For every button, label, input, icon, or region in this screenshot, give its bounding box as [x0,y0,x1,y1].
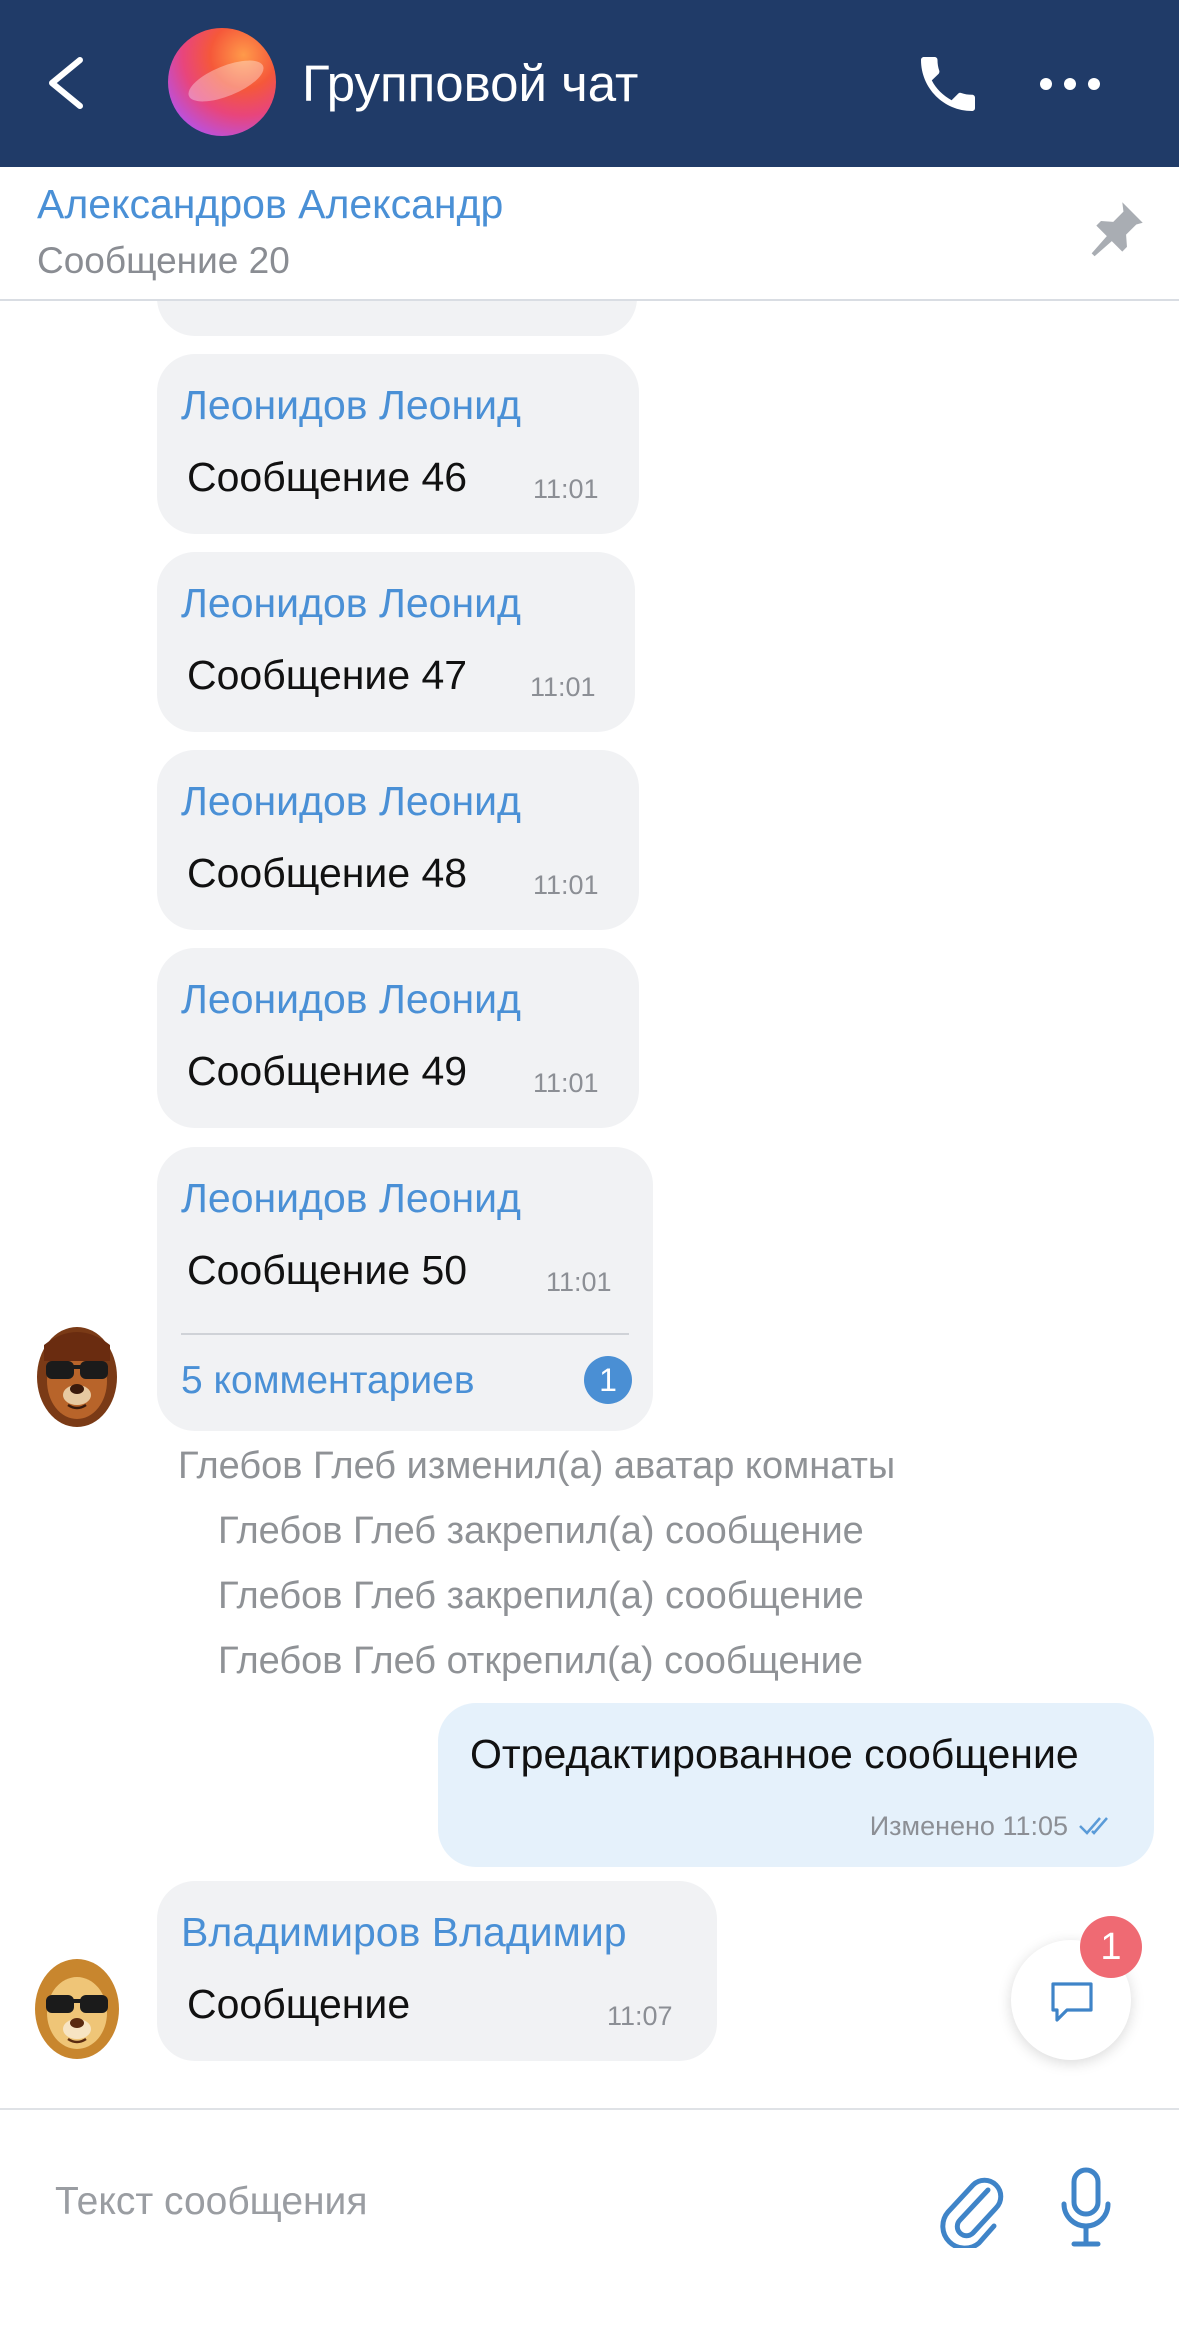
message-bubble[interactable]: Леонидов Леонид Сообщение 47 11:01 [157,552,635,732]
message-text: Сообщение 49 [187,1048,468,1094]
system-message: Глебов Глеб закрепил(а) сообщение [218,1575,864,1617]
back-button[interactable] [40,38,100,128]
pinned-author: Александров Александр [37,181,504,227]
message-time: 11:01 [533,870,599,900]
pinned-text: Сообщение 20 [37,240,290,281]
call-button[interactable] [912,48,984,120]
message-time: 11:01 [546,1267,612,1297]
threads-badge: 1 [1080,1916,1142,1978]
message-text: Сообщение 50 [187,1247,468,1293]
message-text: Сообщение [187,1981,411,2027]
message-author[interactable]: Леонидов Леонид [181,580,521,627]
message-bubble-partial[interactable] [157,301,637,336]
message-text: Сообщение 46 [187,454,468,500]
system-message: Глебов Глеб изменил(а) аватар комнаты [178,1445,896,1487]
message-text: Сообщение 47 [187,652,468,698]
pinned-message[interactable]: Александров Александр Сообщение 20 [0,167,1179,301]
avatar-lion[interactable] [34,1957,120,2059]
microphone-button[interactable] [1056,2166,1116,2252]
more-icon [1040,78,1100,90]
back-icon [49,57,83,109]
message-time: 11:07 [607,2001,673,2031]
message-bubble[interactable]: Владимиров Владимир Сообщение 11:07 [157,1881,717,2061]
message-author[interactable]: Леонидов Леонид [181,976,521,1023]
message-text: Сообщение 48 [187,850,468,896]
chat-header: Групповой чат [0,0,1179,167]
system-message: Глебов Глеб открепил(а) сообщение [218,1640,863,1682]
own-message-bubble[interactable]: Отредактированное сообщение Изменено 11:… [438,1703,1154,1867]
more-button[interactable] [1034,60,1106,108]
attach-button[interactable] [936,2168,1006,2251]
microphone-icon [1061,2167,1111,2247]
paperclip-icon [940,2177,1004,2251]
phone-icon [921,57,975,111]
message-time: 11:01 [533,474,599,504]
message-bubble-thread[interactable]: Леонидов Леонид Сообщение 50 11:01 5 ком… [157,1147,653,1431]
message-bubble[interactable]: Леонидов Леонид Сообщение 46 11:01 [157,354,639,534]
message-bubble[interactable]: Леонидов Леонид Сообщение 49 11:01 [157,948,639,1128]
message-author[interactable]: Владимиров Владимир [181,1909,627,1956]
chat-title[interactable]: Групповой чат [302,52,638,116]
message-author[interactable]: Леонидов Леонид [181,1175,521,1222]
own-message-meta: Изменено 11:05 [869,1811,1068,1841]
unread-comments-badge: 1 [584,1356,632,1404]
message-time: 11:01 [530,672,596,702]
room-avatar[interactable] [168,28,276,136]
message-input[interactable]: Текст сообщения [55,2180,367,2224]
message-composer: Текст сообщения [0,2108,1179,2338]
message-time: 11:01 [533,1068,599,1098]
avatar-lion[interactable] [34,1325,120,1427]
double-check-icon [1079,1817,1108,1835]
chat-icon [1051,1982,1093,2022]
comments-link[interactable]: 5 комментариев [181,1359,475,1403]
message-author[interactable]: Леонидов Леонид [181,382,521,429]
pin-icon[interactable] [1080,195,1150,265]
message-bubble[interactable]: Леонидов Леонид Сообщение 48 11:01 [157,750,639,930]
message-author[interactable]: Леонидов Леонид [181,778,521,825]
message-list[interactable]: Леонидов Леонид Сообщение 46 11:01 Леони… [0,301,1179,2108]
thread-divider [181,1333,629,1335]
system-message: Глебов Глеб закрепил(а) сообщение [218,1510,864,1552]
own-message-text: Отредактированное сообщение [470,1731,1079,1777]
